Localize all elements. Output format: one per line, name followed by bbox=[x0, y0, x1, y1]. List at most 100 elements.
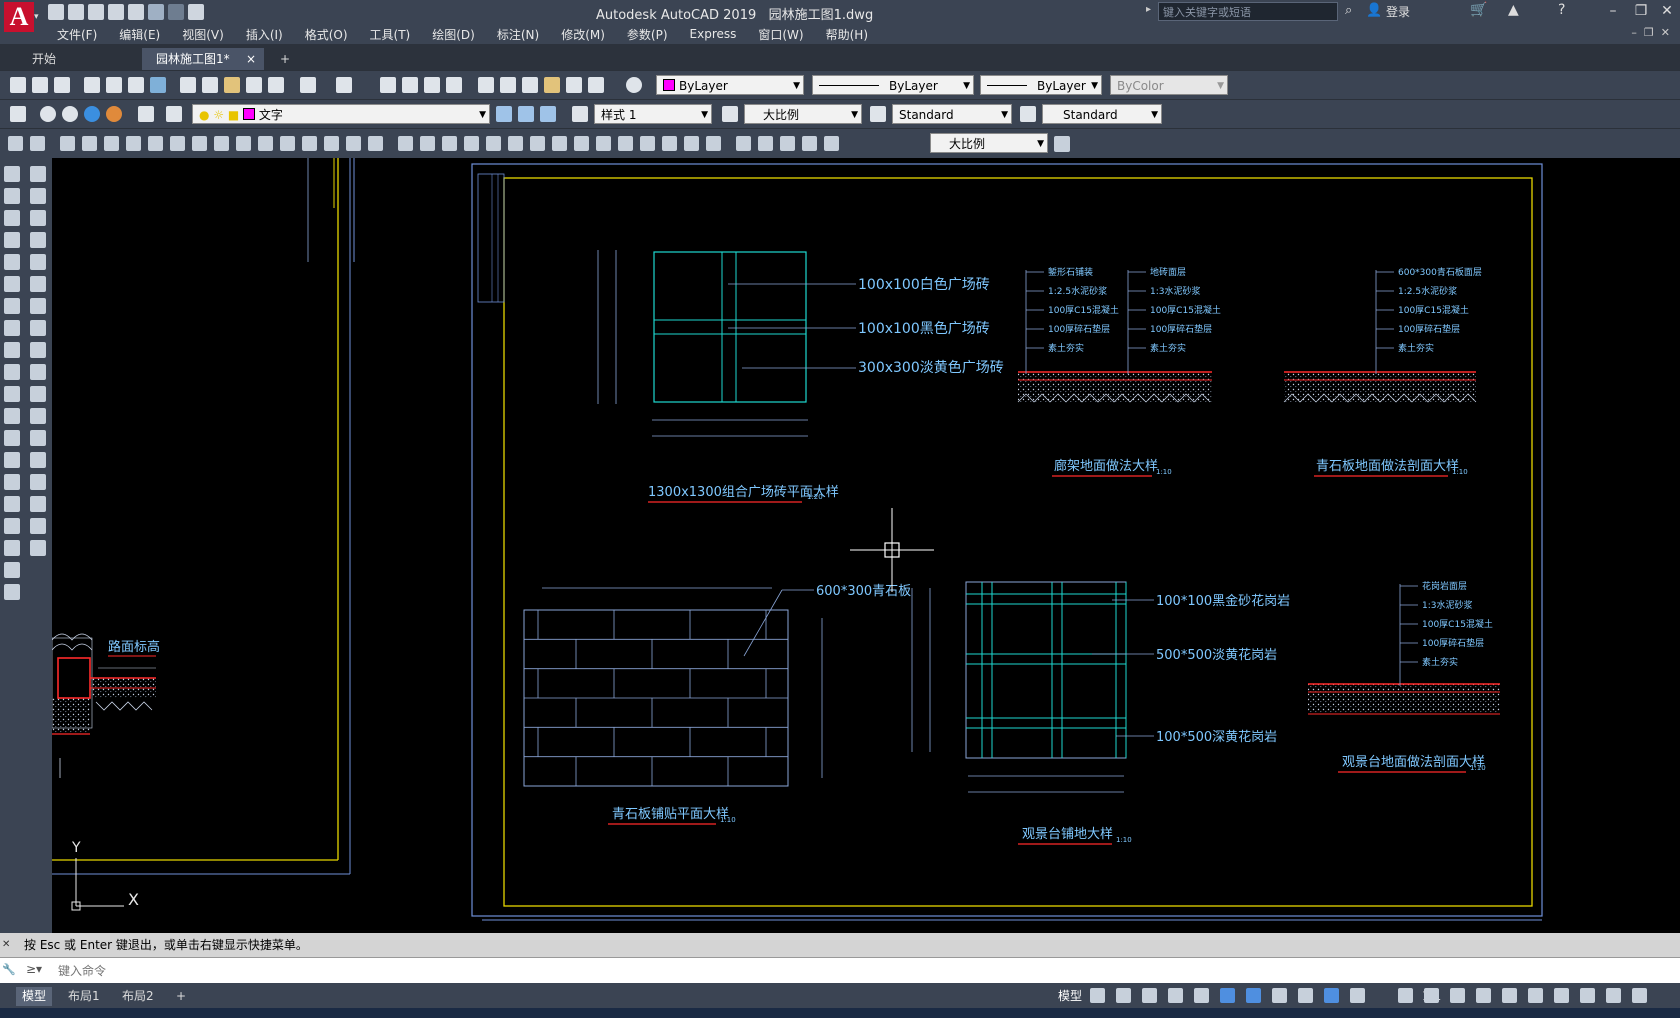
help-icon[interactable]: ? bbox=[1558, 2, 1565, 18]
redo-icon[interactable] bbox=[168, 4, 184, 20]
tolerance-icon[interactable] bbox=[684, 136, 699, 151]
rectangle-icon[interactable] bbox=[4, 254, 20, 270]
snap-nearest-icon[interactable] bbox=[324, 136, 339, 151]
menu-file[interactable]: 文件(F) bbox=[46, 26, 108, 43]
chamfer-icon[interactable] bbox=[30, 474, 46, 490]
menu-tools[interactable]: 工具(T) bbox=[359, 26, 422, 43]
drawing-area[interactable]: 路面标高 Y X 100x100白色广场砖 100x100黑色广场砖 300x3… bbox=[52, 158, 1680, 933]
line-icon[interactable] bbox=[4, 166, 20, 182]
autodesk-a360-icon[interactable]: ▲ bbox=[1508, 2, 1519, 18]
color-control-select[interactable]: ByLayer ▼ bbox=[656, 75, 804, 95]
minimize-window-button[interactable]: – bbox=[1603, 2, 1623, 20]
stretch-icon[interactable] bbox=[30, 342, 46, 358]
command-input[interactable] bbox=[56, 961, 1660, 981]
polygon-icon[interactable] bbox=[4, 232, 20, 248]
calculator-icon[interactable] bbox=[588, 77, 604, 93]
dim-space-icon[interactable] bbox=[640, 136, 655, 151]
inspect-icon[interactable] bbox=[736, 136, 751, 151]
join-icon[interactable] bbox=[30, 452, 46, 468]
redo-tool-icon[interactable] bbox=[336, 77, 352, 93]
hatch-icon[interactable] bbox=[4, 474, 20, 490]
snap-parallel-icon[interactable] bbox=[258, 136, 273, 151]
wrench-icon[interactable]: 🔧 bbox=[2, 963, 16, 976]
units-icon[interactable] bbox=[1476, 988, 1491, 1003]
revision-cloud-icon[interactable] bbox=[4, 320, 20, 336]
snap-intersection-icon[interactable] bbox=[104, 136, 119, 151]
dim-style-select-2[interactable]: 大比例 ▼ bbox=[930, 133, 1048, 153]
match-properties-icon[interactable] bbox=[246, 77, 262, 93]
paste-icon[interactable] bbox=[224, 77, 240, 93]
close-window-button[interactable]: ✕ bbox=[1657, 2, 1677, 20]
restore-window-button[interactable]: ❐ bbox=[1631, 2, 1651, 20]
realistic-style-icon[interactable] bbox=[84, 106, 100, 122]
dim-continue-icon[interactable] bbox=[618, 136, 633, 151]
tab-active-drawing[interactable]: 园林施工图1* × bbox=[142, 48, 264, 70]
text-style-icon[interactable] bbox=[572, 106, 588, 122]
new-tab-button[interactable]: + bbox=[272, 48, 298, 70]
menu-insert[interactable]: 插入(I) bbox=[235, 26, 294, 43]
polyline-icon[interactable] bbox=[4, 210, 20, 226]
polar-icon[interactable] bbox=[1168, 988, 1183, 1003]
center-mark-icon[interactable] bbox=[706, 136, 721, 151]
text-style-select[interactable]: 样式 1 ▼ bbox=[594, 104, 712, 124]
snap-from-icon[interactable] bbox=[30, 136, 45, 151]
model-space-button[interactable]: 模型 bbox=[1052, 987, 1088, 1006]
blend-curves-icon[interactable] bbox=[30, 518, 46, 534]
publish-icon[interactable] bbox=[128, 77, 144, 93]
dim-update-icon[interactable] bbox=[1054, 136, 1070, 152]
conceptual-style-icon[interactable] bbox=[106, 106, 122, 122]
annotation-scale-icon[interactable] bbox=[1398, 988, 1413, 1003]
undo-icon[interactable] bbox=[148, 4, 164, 20]
mleader-style-select[interactable]: Standard ▼ bbox=[1042, 104, 1162, 124]
dim-ordinate-icon[interactable] bbox=[464, 136, 479, 151]
tool-palettes-icon[interactable] bbox=[522, 77, 538, 93]
dim-linear-icon[interactable] bbox=[398, 136, 413, 151]
insert-block-icon[interactable] bbox=[4, 408, 20, 424]
print-icon[interactable] bbox=[128, 4, 144, 20]
menu-express[interactable]: Express bbox=[679, 27, 748, 41]
scale-icon[interactable] bbox=[30, 320, 46, 336]
dim-angular-icon[interactable] bbox=[552, 136, 567, 151]
3d-dwf-icon[interactable] bbox=[150, 77, 166, 93]
make-block-icon[interactable] bbox=[4, 430, 20, 446]
command-prompt-icon[interactable]: ≥▾ bbox=[26, 962, 42, 976]
break-point-icon[interactable] bbox=[30, 408, 46, 424]
menu-view[interactable]: 视图(V) bbox=[171, 26, 235, 43]
ellipse-icon[interactable] bbox=[4, 364, 20, 380]
user-icon[interactable]: 👤 bbox=[1366, 3, 1382, 19]
snap-mode-icon[interactable] bbox=[1116, 988, 1131, 1003]
binoculars-icon[interactable]: ⌕ bbox=[1345, 3, 1361, 19]
tab-start[interactable]: 开始 bbox=[0, 48, 142, 70]
search-expand-icon[interactable]: ▸ bbox=[1146, 4, 1151, 15]
menu-format[interactable]: 格式(O) bbox=[294, 26, 359, 43]
dim-update-2-icon[interactable] bbox=[824, 136, 839, 151]
snap-endpoint-icon[interactable] bbox=[60, 136, 75, 151]
plot-preview-icon[interactable] bbox=[106, 77, 122, 93]
temp-track-icon[interactable] bbox=[8, 136, 23, 151]
mleader-style-icon[interactable] bbox=[1020, 106, 1036, 122]
tab-close-icon[interactable]: × bbox=[246, 48, 256, 70]
menu-window[interactable]: 窗口(W) bbox=[747, 26, 814, 43]
ellipse-arc-icon[interactable] bbox=[4, 386, 20, 402]
layer-control-select[interactable]: ● ☼ ■ 文字 ▼ bbox=[192, 104, 490, 124]
dim-edit-icon[interactable] bbox=[780, 136, 795, 151]
explode-icon[interactable] bbox=[30, 540, 46, 556]
copy-object-icon[interactable] bbox=[30, 188, 46, 204]
region-icon[interactable] bbox=[4, 518, 20, 534]
snap-midpoint-icon[interactable] bbox=[82, 136, 97, 151]
grid-icon[interactable] bbox=[1090, 988, 1105, 1003]
save-file-icon[interactable] bbox=[54, 77, 70, 93]
layer-properties-icon[interactable] bbox=[10, 106, 26, 122]
menu-help[interactable]: 帮助(H) bbox=[815, 26, 879, 43]
circle-icon[interactable] bbox=[4, 298, 20, 314]
hidden-style-icon[interactable] bbox=[62, 106, 78, 122]
qnew-icon[interactable] bbox=[10, 77, 26, 93]
annotation-visibility-icon[interactable] bbox=[1324, 988, 1339, 1003]
layer-previous-icon[interactable] bbox=[518, 106, 534, 122]
menu-draw[interactable]: 绘图(D) bbox=[421, 26, 486, 43]
dim-break-icon[interactable] bbox=[662, 136, 677, 151]
move-icon[interactable] bbox=[30, 276, 46, 292]
login-button[interactable]: 登录 bbox=[1386, 3, 1410, 20]
dim-diameter-icon[interactable] bbox=[530, 136, 545, 151]
tab-model-layout[interactable]: 模型 bbox=[16, 987, 53, 1006]
